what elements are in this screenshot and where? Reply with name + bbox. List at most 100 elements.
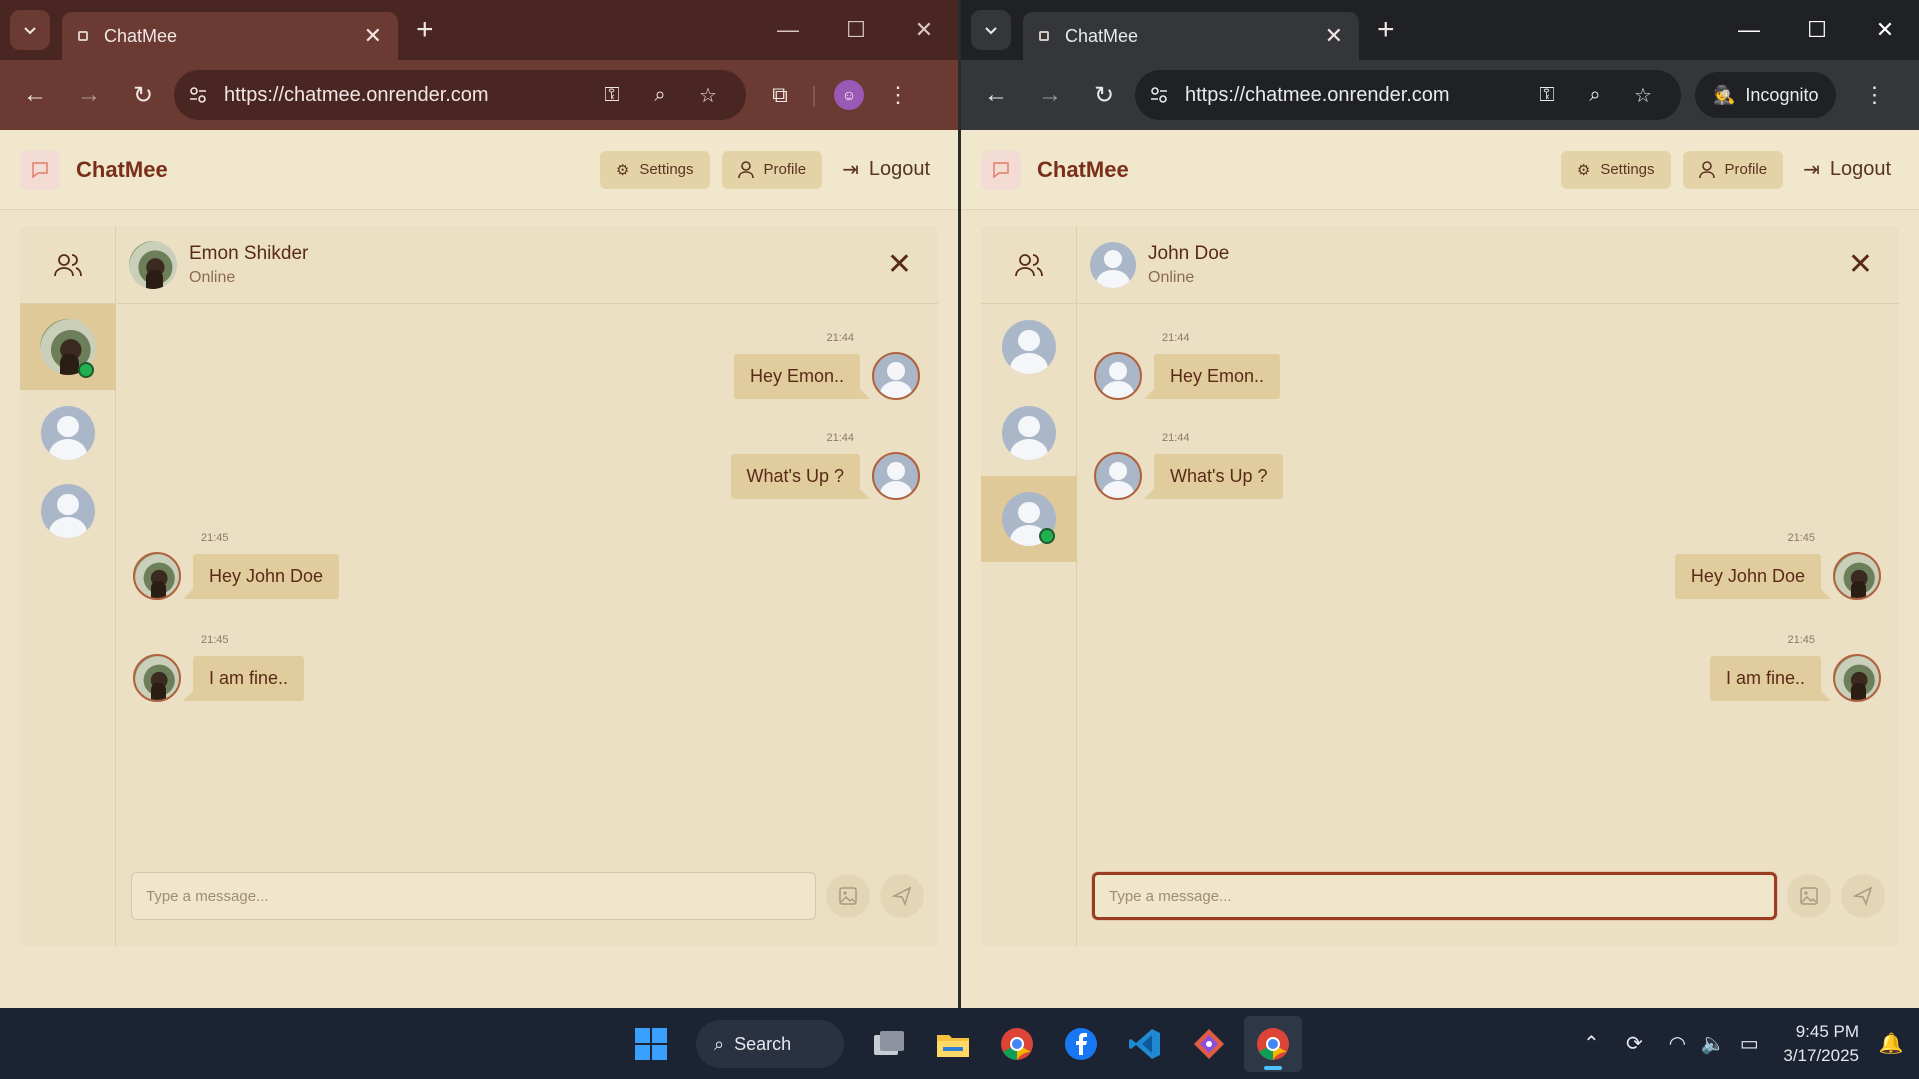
contact-item[interactable] <box>20 390 116 476</box>
profile-avatar-icon[interactable]: ☺ <box>834 80 864 110</box>
contacts-toggle[interactable] <box>20 226 115 304</box>
send-button[interactable] <box>1841 874 1885 918</box>
message-time: 21:44 <box>826 332 854 344</box>
new-tab-button[interactable]: + <box>1377 13 1395 47</box>
contacts-sidebar <box>981 226 1077 946</box>
message-input[interactable] <box>131 872 816 920</box>
forward-icon[interactable]: → <box>62 81 116 109</box>
tab-close-icon[interactable]: ✕ <box>364 25 382 47</box>
logout-label: Logout <box>1829 158 1891 180</box>
star-icon[interactable]: ☆ <box>1619 83 1667 108</box>
chrome-button[interactable] <box>988 1016 1046 1072</box>
task-view-button[interactable] <box>860 1016 918 1072</box>
tab-chatmee[interactable]: ChatMee ✕ <box>1023 12 1359 60</box>
message-avatar <box>872 452 920 500</box>
message-bubble: Hey Emon.. <box>733 353 871 399</box>
message-time: 21:45 <box>1787 532 1815 544</box>
settings-button[interactable]: ⚙ Settings <box>1560 150 1671 189</box>
message-list: 21:44 Hey Emon.. 21:44 What's Up ? 21:45… <box>117 304 938 824</box>
wifi-icon[interactable]: ◠ <box>1659 1031 1695 1056</box>
vscode-button[interactable] <box>1116 1016 1174 1072</box>
minimize-icon[interactable]: — <box>754 0 822 60</box>
contact-item[interactable] <box>981 304 1077 390</box>
message-bubble: I am fine.. <box>1709 655 1832 701</box>
attach-image-button[interactable] <box>826 874 870 918</box>
avatar <box>1002 320 1056 374</box>
git-tool-button[interactable] <box>1180 1016 1238 1072</box>
file-explorer-button[interactable] <box>924 1016 982 1072</box>
address-bar[interactable]: https://chatmee.onrender.com ⚿ ⌕ ☆ <box>1135 70 1681 120</box>
chat-contact-status: Online <box>189 268 236 286</box>
more-menu-icon[interactable]: ⋮ <box>874 82 922 108</box>
tab-title: ChatMee <box>104 25 178 46</box>
tab-close-icon[interactable]: ✕ <box>1325 25 1343 47</box>
message-input[interactable] <box>1092 872 1777 920</box>
send-button[interactable] <box>880 874 924 918</box>
volume-icon[interactable]: 🔈 <box>1695 1031 1731 1056</box>
extensions-icon[interactable]: ⧉ <box>756 82 804 108</box>
reload-icon[interactable]: ↻ <box>116 81 170 110</box>
close-chat-icon[interactable]: ✕ <box>1848 247 1887 282</box>
message-time: 21:45 <box>201 634 229 646</box>
site-info-icon[interactable] <box>188 85 208 105</box>
tab-search-button[interactable] <box>10 10 50 50</box>
url-text: https://chatmee.onrender.com <box>224 83 489 106</box>
logout-button[interactable]: ⇥ Logout <box>834 151 938 189</box>
folder-icon <box>937 1035 969 1057</box>
start-button[interactable] <box>622 1016 680 1072</box>
message-avatar <box>1833 654 1881 702</box>
facebook-button[interactable] <box>1052 1016 1110 1072</box>
zoom-icon[interactable]: ⌕ <box>1571 84 1619 107</box>
settings-label: Settings <box>1600 161 1655 178</box>
back-icon[interactable]: ← <box>969 81 1023 109</box>
reload-icon[interactable]: ↻ <box>1077 81 1131 110</box>
new-tab-button[interactable]: + <box>416 13 434 47</box>
message-time: 21:45 <box>1787 634 1815 646</box>
minimize-icon[interactable]: — <box>1715 0 1783 60</box>
message-bubble: Hey Emon.. <box>1143 353 1281 399</box>
message-time: 21:44 <box>1162 432 1190 444</box>
contact-item[interactable] <box>981 476 1077 562</box>
chat-panel: Emon Shikder Online ✕ 21:44 Hey Emon.. 2… <box>117 226 938 946</box>
more-menu-icon[interactable]: ⋮ <box>1850 82 1898 108</box>
attach-image-button[interactable] <box>1787 874 1831 918</box>
settings-button[interactable]: ⚙ Settings <box>599 150 710 189</box>
key-icon[interactable]: ⚿ <box>588 84 636 107</box>
incognito-badge[interactable]: 🕵 Incognito <box>1695 72 1837 118</box>
maximize-icon[interactable]: ☐ <box>822 0 890 60</box>
tab-search-button[interactable] <box>971 10 1011 50</box>
address-bar[interactable]: https://chatmee.onrender.com ⚿ ⌕ ☆ <box>174 70 746 120</box>
message-avatar <box>1094 352 1142 400</box>
maximize-icon[interactable]: ☐ <box>1783 0 1851 60</box>
site-info-icon[interactable] <box>1149 85 1169 105</box>
close-chat-icon[interactable]: ✕ <box>887 247 926 282</box>
taskbar-search[interactable]: ⌕ Search <box>696 1020 844 1068</box>
avatar <box>41 406 95 460</box>
key-icon[interactable]: ⚿ <box>1523 84 1571 107</box>
close-window-icon[interactable]: ✕ <box>1851 0 1919 60</box>
clock[interactable]: 9:45 PM 3/17/2025 <box>1783 1020 1859 1068</box>
contact-item[interactable] <box>20 476 116 546</box>
star-icon[interactable]: ☆ <box>684 83 732 108</box>
profile-button[interactable]: Profile <box>721 150 823 189</box>
profile-button[interactable]: Profile <box>1682 150 1784 189</box>
contact-item[interactable] <box>981 390 1077 476</box>
contacts-toggle[interactable] <box>981 226 1076 304</box>
tab-chatmee[interactable]: ChatMee ✕ <box>62 12 398 60</box>
online-indicator <box>78 362 94 378</box>
zoom-icon[interactable]: ⌕ <box>636 84 684 107</box>
contact-item[interactable] <box>20 304 116 390</box>
forward-icon[interactable]: → <box>1023 81 1077 109</box>
chevron-up-icon[interactable]: ⌃ <box>1573 1031 1609 1056</box>
close-window-icon[interactable]: ✕ <box>890 0 958 60</box>
logout-button[interactable]: ⇥ Logout <box>1795 151 1899 189</box>
sync-icon[interactable]: ⟳ <box>1609 1031 1659 1056</box>
notification-icon[interactable]: 🔔 <box>1873 1031 1909 1056</box>
clock-date: 3/17/2025 <box>1783 1045 1859 1065</box>
back-icon[interactable]: ← <box>8 81 62 109</box>
send-icon <box>892 886 912 906</box>
battery-icon[interactable]: ▭ <box>1731 1031 1767 1056</box>
chrome-active-button[interactable] <box>1244 1016 1302 1072</box>
tab-bar: ChatMee ✕ + — ☐ ✕ <box>0 0 958 60</box>
message-time: 21:44 <box>826 432 854 444</box>
